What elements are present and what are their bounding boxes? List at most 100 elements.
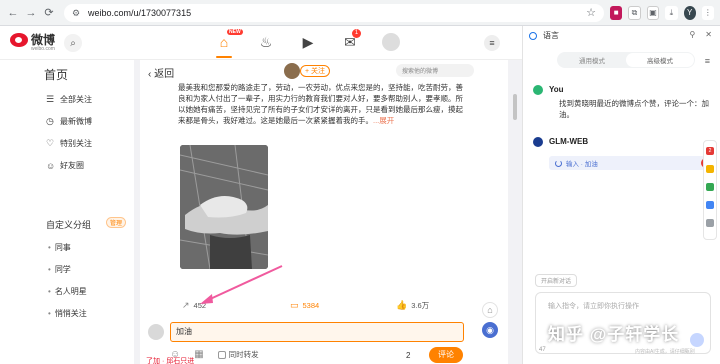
page-scrollbar[interactable] [512, 60, 518, 364]
forward-nav-icon[interactable]: → [24, 5, 38, 21]
expand-link[interactable]: ...展开 [373, 116, 394, 125]
mode-advanced-tab[interactable]: 高级模式 [626, 53, 694, 67]
browser-menu-icon[interactable]: ⋮ [701, 5, 714, 20]
comment-stat-count: 5384 [302, 301, 320, 310]
hot-icon[interactable]: ♨ [256, 32, 276, 52]
agent-step-label: 输入 · 加油 [566, 161, 598, 168]
comment-submit-button[interactable]: 评论 [429, 347, 463, 363]
panel-logo-icon [529, 31, 537, 40]
url-text: weibo.com/u/1730077315 [88, 7, 192, 18]
list-icon: ☰ [46, 94, 55, 104]
comment-stat-button[interactable]: ▭ 5384 [290, 300, 319, 311]
user-avatar-icon [533, 84, 543, 95]
search-his-weibo-input[interactable]: 搜索他的微博 [396, 64, 474, 77]
mode-general-tab[interactable]: 通用模式 [558, 53, 626, 67]
assistant-float-icon[interactable]: ◉ [482, 322, 498, 338]
side-panel-icon[interactable]: ▣ [646, 5, 660, 20]
agent-message: GLM-WEB [533, 136, 713, 156]
new-chat-button[interactable]: 开启新对话 [535, 274, 578, 287]
reload-icon[interactable]: ⟳ [42, 5, 56, 21]
extension-icon[interactable]: ■ [610, 5, 623, 20]
sidebar-item-latest[interactable]: ◷ 最新微博 [46, 116, 92, 127]
checkbox-box[interactable] [217, 350, 226, 359]
message-icon[interactable]: ✉ 1 [340, 29, 361, 52]
repost-icon: ↗ [182, 300, 190, 310]
panel-title: 语言 [529, 30, 559, 41]
sidebar-item-label: 全部关注 [60, 95, 92, 104]
manage-groups-button[interactable]: 管理 [106, 217, 127, 228]
toolbar-translate-icon[interactable] [706, 183, 714, 191]
post-photo[interactable] [180, 145, 268, 269]
weibo-logo-text: 微博 [31, 32, 56, 47]
hamburger-menu-icon[interactable]: ≡ [484, 35, 500, 51]
right-floating-toolbar: 2 [703, 140, 717, 240]
thumbs-up-icon: 👍 [396, 300, 408, 310]
weibo-eye-icon [10, 33, 28, 47]
post-text: 最美我和您那爱的路途走了，劳动，一农劳动，优点来您是的，坚持能，吃苦耐劳，善良和… [178, 82, 470, 126]
assistant-panel: 语言 ⚲ ✕ 通用模式 高级模式 ≡ You 找到黄晓明最近的微博点个赞，评论一… [522, 26, 720, 364]
weibo-logo[interactable]: 微博 weibo.com [10, 32, 56, 52]
sidebar-title[interactable]: 首页 [44, 66, 68, 83]
follow-button[interactable]: + 关注 [300, 65, 331, 77]
repost-count: 452 [193, 301, 207, 310]
custom-group-title: 自定义分组 [46, 220, 92, 230]
top-nav: ⌂ NEW ♨ ▶ ✉ 1 [214, 29, 361, 58]
message-author: GLM-WEB [549, 137, 589, 147]
back-button[interactable]: ‹ 返回 [148, 65, 174, 80]
repost-button[interactable]: ↗ 452 [182, 300, 206, 311]
weibo-header: 微博 weibo.com ⌕ ⌂ NEW ♨ ▶ ✉ 1 ≡ [0, 26, 522, 60]
sidebar-group-item[interactable]: 同事 [48, 242, 71, 253]
repost-checkbox-label: 同时转发 [228, 350, 259, 359]
back-label: 返回 [154, 69, 175, 80]
commenter-avatar [148, 324, 164, 340]
agent-avatar-icon [533, 136, 543, 147]
toolbar-more-icon[interactable] [706, 219, 714, 227]
comment-input[interactable]: 加油 [170, 322, 464, 342]
download-icon[interactable]: ⤓ [665, 5, 678, 20]
scroll-thumb[interactable] [513, 94, 517, 120]
sidebar-item-special[interactable]: ♡ 特别关注 [46, 138, 92, 149]
watermark-text: 知乎 @子轩学长 [548, 325, 680, 344]
search-icon[interactable]: ⌕ [64, 34, 82, 52]
author-avatar[interactable] [284, 63, 300, 79]
video-icon[interactable]: ▶ [298, 32, 318, 52]
sidebar-group-item[interactable]: 同学 [48, 264, 71, 275]
pin-icon[interactable]: ⚲ [689, 30, 695, 39]
home-float-icon[interactable]: ⌂ [482, 302, 498, 318]
back-nav-icon[interactable]: ← [6, 5, 20, 21]
send-icon[interactable] [690, 333, 704, 347]
bookmark-star-icon[interactable]: ☆ [586, 6, 596, 19]
post-stats: ↗ 452 ▭ 5384 👍 3.6万 [140, 300, 508, 316]
sidebar-item-label: 特别关注 [60, 139, 92, 148]
sidebar-item-friends[interactable]: ☺ 好友圈 [46, 160, 84, 171]
repost-checkbox[interactable]: 同时转发 [217, 349, 259, 360]
search-his-weibo-placeholder: 搜索他的微博 [402, 69, 439, 75]
mode-switch: 通用模式 高级模式 [557, 52, 695, 68]
toolbar-badge-icon[interactable]: 2 [706, 147, 714, 155]
sidebar-item-all-follow[interactable]: ☰ 全部关注 [46, 94, 92, 105]
weibo-logo-domain: weibo.com [31, 46, 55, 52]
clock-icon: ◷ [46, 116, 54, 126]
puzzle-extensions-icon[interactable]: ⧉ [628, 5, 641, 20]
profile-icon[interactable]: Y [683, 5, 696, 20]
toolbar-note-icon[interactable] [706, 165, 714, 173]
post-detail: ‹ 返回 + 关注 搜索他的微博 最美我和您那爱的路途走了，劳动，一农劳动，优点… [140, 60, 508, 364]
address-bar[interactable]: ⚙ weibo.com/u/1730077315 ☆ [64, 3, 604, 22]
toolbar-tool-icon[interactable] [706, 201, 714, 209]
sidebar-group-item[interactable]: 名人明星 [48, 286, 87, 297]
message-badge: 1 [352, 29, 361, 38]
like-button[interactable]: 👍 3.6万 [396, 300, 429, 311]
site-info-icon[interactable]: ⚙ [72, 8, 82, 18]
home-icon[interactable]: ⌂ NEW [214, 29, 243, 58]
sidebar-item-label: 好友圈 [60, 161, 84, 170]
message-text: 找到黄晓明最近的微博点个赞，评论一个：加油。 [559, 99, 709, 119]
close-icon[interactable]: ✕ [705, 30, 712, 39]
person-icon: ☺ [46, 160, 56, 171]
panel-menu-icon[interactable]: ≡ [705, 56, 710, 66]
comment-icon: ▭ [290, 300, 299, 310]
heart-icon: ♡ [46, 138, 55, 148]
sidebar-group-item[interactable]: 悄悄关注 [48, 308, 87, 319]
agent-step: 输入 · 加油 [549, 156, 711, 170]
image-icon[interactable]: ▦ [194, 349, 203, 360]
user-avatar[interactable] [382, 33, 400, 51]
